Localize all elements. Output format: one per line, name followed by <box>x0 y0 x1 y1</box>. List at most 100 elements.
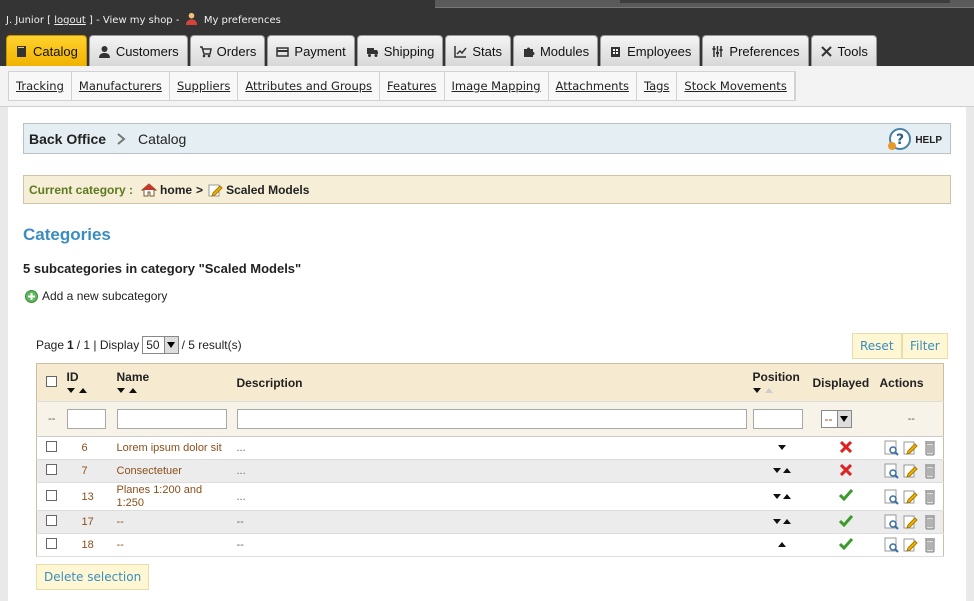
delete-icon[interactable] <box>922 489 938 505</box>
view-shop-link[interactable]: ] - View my shop - <box>89 15 179 26</box>
edit-icon[interactable] <box>903 463 919 479</box>
filter-button[interactable]: Filter <box>902 333 948 359</box>
move-down-icon[interactable] <box>772 468 783 474</box>
subnav-manufacturers[interactable]: Manufacturers <box>72 72 170 100</box>
chevron-down-icon <box>836 411 851 427</box>
home-category-link[interactable]: home <box>141 182 192 198</box>
tab-orders[interactable]: Orders <box>189 35 266 66</box>
help-button[interactable]: ? HELP <box>887 128 942 152</box>
row-checkbox[interactable] <box>46 538 58 549</box>
logout-link[interactable]: logout <box>54 15 86 26</box>
categories-table: ID Name Description Position Displayed A… <box>36 363 944 557</box>
row-checkbox[interactable] <box>46 441 58 452</box>
table-row[interactable]: 6 Lorem ipsum dolor sit... <box>36 436 944 460</box>
row-checkbox[interactable] <box>46 515 58 526</box>
enabled-check-icon[interactable] <box>838 489 854 502</box>
move-down-icon[interactable] <box>772 493 783 500</box>
table-row[interactable]: 18 -- -- <box>36 533 944 557</box>
sort-arrows-icon[interactable] <box>66 386 91 394</box>
tab-payment[interactable]: Payment <box>267 35 355 66</box>
view-icon[interactable] <box>884 489 900 505</box>
move-up-icon[interactable] <box>777 542 788 548</box>
view-icon[interactable] <box>884 537 900 553</box>
tab-tools[interactable]: Tools <box>810 35 877 66</box>
table-row[interactable]: 13 Planes 1:200 and 1:250... <box>36 482 944 511</box>
edit-icon[interactable] <box>903 514 919 530</box>
delete-icon[interactable] <box>922 514 938 530</box>
tab-label: Stats <box>472 43 502 59</box>
tools-icon <box>820 45 833 58</box>
row-id: 18 <box>66 533 117 557</box>
enabled-check-icon[interactable] <box>838 537 854 550</box>
card-icon <box>276 45 290 58</box>
select-all-checkbox[interactable] <box>46 375 58 387</box>
name-filter-input[interactable] <box>116 409 227 429</box>
id-filter-input[interactable] <box>66 409 106 429</box>
subnav-image-mapping[interactable]: Image Mapping <box>445 72 549 100</box>
subnav-attributes-and-groups[interactable]: Attributes and Groups <box>238 72 381 100</box>
row-name: Planes 1:200 and 1:250 <box>116 482 237 511</box>
breadcrumb-root[interactable]: Back Office <box>29 131 106 147</box>
move-up-icon[interactable] <box>782 493 793 500</box>
truck-icon <box>366 45 379 58</box>
row-name: -- <box>116 510 237 534</box>
result-count: / 5 result(s) <box>181 338 242 352</box>
scaled-models-label: Scaled Models <box>226 182 310 197</box>
display-count-value: 50 <box>146 338 160 352</box>
row-checkbox[interactable] <box>46 464 58 475</box>
edit-icon[interactable] <box>903 489 919 505</box>
subnav-suppliers[interactable]: Suppliers <box>170 72 239 100</box>
move-down-icon[interactable] <box>772 519 783 525</box>
actions-filter-dash: -- <box>879 401 944 437</box>
description-filter-input[interactable] <box>236 409 747 429</box>
position-filter-input[interactable] <box>752 409 803 429</box>
tab-catalog[interactable]: Catalog <box>6 35 87 66</box>
pagination: Page 1 / 1 | Display 50 / 5 result(s) <box>36 336 242 354</box>
row-displayed <box>812 482 880 511</box>
sort-arrows-icon[interactable] <box>116 386 141 394</box>
move-up-icon[interactable] <box>782 519 793 525</box>
subnav-features[interactable]: Features <box>380 72 445 100</box>
disabled-cross-icon[interactable] <box>839 440 853 453</box>
sort-arrows-icon[interactable] <box>752 386 777 394</box>
scaled-models-link[interactable]: Scaled Models <box>207 182 309 198</box>
view-icon[interactable] <box>884 463 900 479</box>
tab-modules[interactable]: Modules <box>512 35 599 66</box>
view-icon[interactable] <box>884 514 900 530</box>
delete-icon[interactable] <box>922 463 938 479</box>
display-count-select[interactable]: 50 <box>142 336 179 354</box>
name-header: Name <box>116 363 237 402</box>
disabled-cross-icon[interactable] <box>839 463 853 476</box>
main-tabs: Catalog Customers Orders Payment Shipping Sta… <box>6 35 877 66</box>
my-preferences-link[interactable]: My preferences <box>204 15 281 26</box>
enabled-check-icon[interactable] <box>838 514 854 527</box>
subnav-tags[interactable]: Tags <box>637 72 678 100</box>
tab-employees[interactable]: Employees <box>600 35 701 66</box>
subnav-stock-movements[interactable]: Stock Movements <box>677 72 795 100</box>
breadcrumb-current: Catalog <box>138 130 187 147</box>
edit-icon[interactable] <box>903 440 919 456</box>
table-row[interactable]: 7 Consectetuer... <box>36 459 944 483</box>
row-checkbox[interactable] <box>46 489 58 501</box>
row-select-cell <box>36 510 67 534</box>
tab-preferences[interactable]: Preferences <box>702 35 809 66</box>
subnav-attachments[interactable]: Attachments <box>549 72 637 100</box>
tab-shipping[interactable]: Shipping <box>356 35 444 66</box>
table-row[interactable]: 17 -- -- <box>36 510 944 534</box>
move-up-icon[interactable] <box>782 468 793 474</box>
delete-icon[interactable] <box>922 537 938 553</box>
displayed-filter-select[interactable]: -- <box>820 410 852 428</box>
add-subcategory-link[interactable]: Add a new subcategory <box>25 289 167 303</box>
delete-icon[interactable] <box>922 440 938 456</box>
edit-icon[interactable] <box>903 537 919 553</box>
move-down-icon[interactable] <box>777 445 788 451</box>
tab-stats[interactable]: Stats <box>445 35 511 66</box>
row-select-cell <box>36 436 67 460</box>
delete-selection-button[interactable]: Delete selection <box>36 564 150 590</box>
tab-customers[interactable]: Customers <box>88 35 188 66</box>
breadcrumb: Back Office Catalog ? HELP <box>23 123 951 154</box>
subnav-tracking[interactable]: Tracking <box>9 72 72 100</box>
view-icon[interactable] <box>884 440 900 456</box>
add-subcategory-label: Add a new subcategory <box>42 289 168 303</box>
reset-button[interactable]: Reset <box>852 333 902 359</box>
